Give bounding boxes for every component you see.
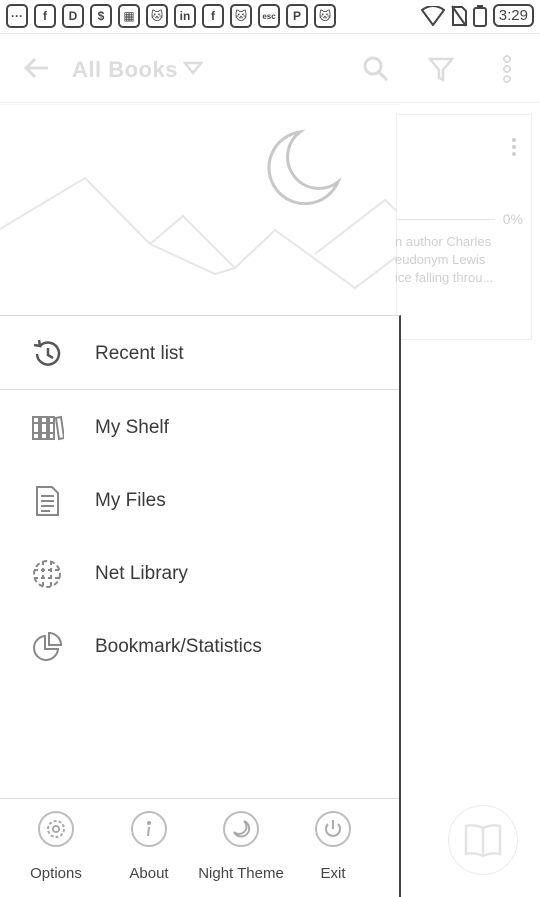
menu-item-label: My Shelf	[95, 417, 169, 438]
book-description: n author Charles eudonym Lewis ice falli…	[395, 234, 494, 285]
moon-icon	[223, 811, 259, 847]
more-vert-icon[interactable]	[500, 55, 514, 85]
divider	[0, 389, 399, 390]
back-arrow-icon[interactable]	[22, 53, 52, 83]
status-bar: ··· f D $ ▦ 🐱 in f 🐱 esc P 🐱 3:29	[0, 0, 540, 34]
info-icon	[131, 811, 167, 847]
menu-item-label: Bookmark/Statistics	[95, 636, 262, 657]
navigation-drawer: Recent list My Shelf My Files Net Librar…	[0, 315, 401, 897]
menu-item-net-library[interactable]: Net Library	[0, 538, 399, 610]
chevron-down-icon[interactable]	[183, 61, 203, 75]
more-vert-icon[interactable]	[511, 137, 517, 157]
cat-icon: 🐱	[146, 4, 168, 28]
linkedin-icon: in	[174, 4, 196, 28]
facebook-icon: f	[34, 4, 56, 28]
exit-button[interactable]: Exit	[288, 811, 378, 891]
notification-icon: D	[62, 4, 84, 28]
header-illustration	[0, 104, 400, 290]
notification-icon: $	[90, 4, 112, 28]
progress-percent: 0%	[502, 211, 523, 227]
clock: 3:29	[492, 4, 534, 27]
bookshelf-icon	[30, 411, 64, 445]
no-sim-icon	[450, 4, 467, 27]
globe-icon	[30, 557, 64, 591]
menu-item-recent-list[interactable]: Recent list	[0, 318, 399, 390]
file-icon	[30, 484, 64, 518]
app-bar: All Books	[0, 35, 540, 103]
moon-icon	[267, 129, 342, 206]
page-title[interactable]: All Books	[72, 57, 178, 83]
menu-item-label: My Files	[95, 490, 166, 511]
menu-item-my-files[interactable]: My Files	[0, 465, 399, 537]
power-icon	[315, 811, 351, 847]
filter-icon[interactable]	[427, 55, 455, 83]
about-button[interactable]: About	[104, 811, 194, 891]
gear-icon	[38, 811, 74, 847]
history-icon	[30, 337, 64, 371]
exit-label: Exit	[320, 865, 346, 882]
menu-item-bookmark-statistics[interactable]: Bookmark/Statistics	[0, 611, 399, 683]
notification-icon: ▦	[118, 4, 140, 28]
menu-item-label: Recent list	[95, 343, 184, 364]
notification-icon: ···	[6, 4, 28, 28]
esc-icon: esc	[258, 4, 280, 28]
menu-item-label: Net Library	[95, 563, 188, 584]
drawer-bottom-bar: Options About Night Theme Exit	[0, 798, 399, 897]
facebook-icon: f	[202, 4, 224, 28]
options-label: Options	[30, 865, 82, 882]
pinterest-icon: P	[286, 4, 308, 28]
search-icon[interactable]	[362, 55, 390, 83]
progress-bar	[397, 219, 495, 220]
night-theme-button[interactable]: Night Theme	[196, 811, 286, 891]
cat-icon: 🐱	[314, 4, 336, 28]
about-label: About	[129, 865, 169, 882]
notification-icons: ··· f D $ ▦ 🐱 in f 🐱 esc P 🐱	[6, 4, 336, 28]
night-theme-label: Night Theme	[198, 865, 284, 882]
book-card[interactable]: 0% n author Charles eudonym Lewis ice fa…	[395, 114, 532, 340]
battery-icon	[472, 4, 487, 27]
wifi-icon	[420, 5, 445, 26]
cat-icon: 🐱	[230, 4, 252, 28]
pie-chart-icon	[30, 630, 64, 664]
menu-item-my-shelf[interactable]: My Shelf	[0, 392, 399, 464]
options-button[interactable]: Options	[11, 811, 101, 891]
system-icons: 3:29	[420, 4, 534, 27]
open-book-button[interactable]	[448, 805, 518, 875]
book-icon	[464, 824, 502, 858]
